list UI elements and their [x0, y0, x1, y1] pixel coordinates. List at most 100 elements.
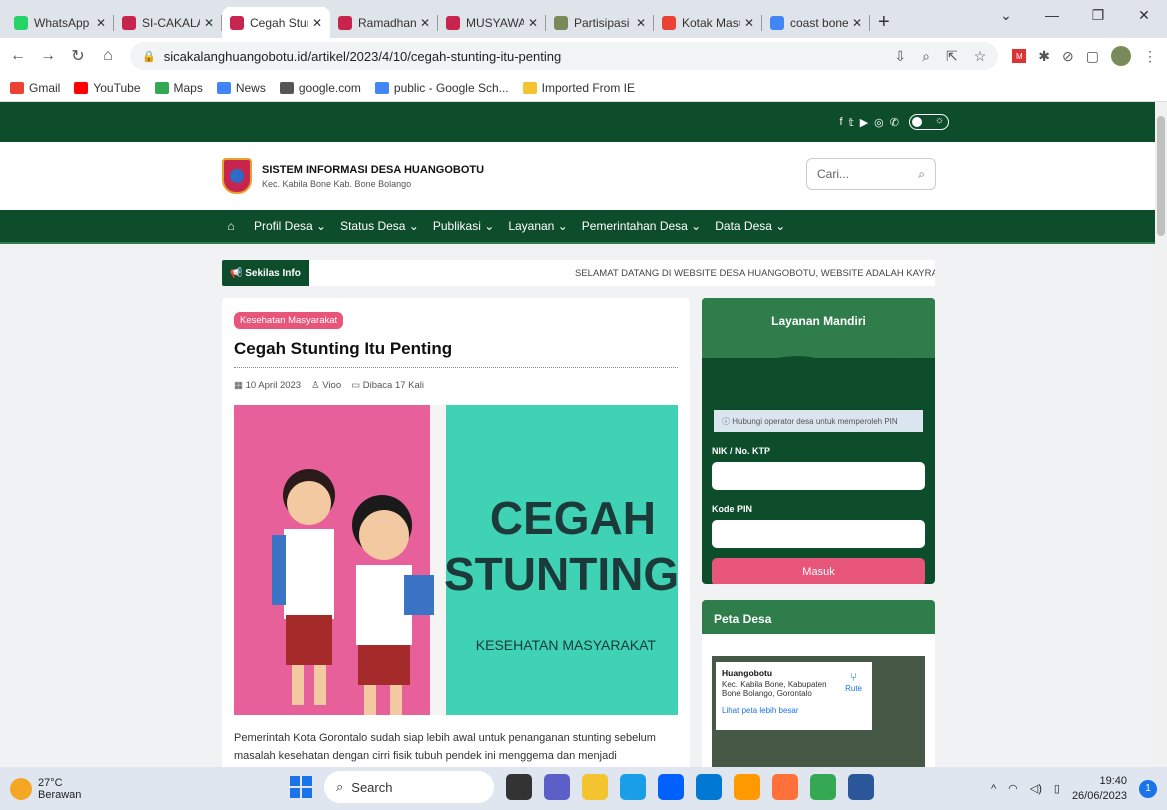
extension-icon[interactable]: M — [1012, 49, 1027, 63]
restore-button[interactable]: ❐ — [1075, 0, 1121, 30]
windows-start-icon[interactable] — [290, 776, 312, 798]
menu-item[interactable]: Profil Desa ⌄ — [254, 219, 326, 233]
tab-title: Cegah Stunting — [250, 15, 308, 30]
forward-icon[interactable]: → — [40, 47, 56, 65]
profile-avatar[interactable] — [1111, 46, 1131, 66]
browser-tab[interactable]: SI-CAKALANG ✕ — [114, 7, 222, 38]
theme-toggle[interactable]: ☼ — [909, 114, 949, 130]
scrollbar-thumb[interactable] — [1157, 116, 1165, 236]
bookmark-item[interactable]: google.com — [279, 81, 361, 95]
browser-tab[interactable]: coast bone ar ✕ — [762, 7, 870, 38]
tab-close-icon[interactable]: ✕ — [420, 16, 430, 30]
browser-tab[interactable]: Partisipasi Po ✕ — [546, 7, 654, 38]
task-view-icon[interactable] — [506, 774, 532, 800]
word-icon[interactable] — [848, 774, 874, 800]
back-icon[interactable]: ← — [10, 47, 26, 65]
bookmark-star-icon[interactable]: ☆ — [974, 48, 987, 65]
pin-input[interactable] — [712, 520, 925, 548]
book-icon: ▭ — [351, 380, 361, 391]
page-viewport: f 𝕥 ▶ ◎ ✆ ☼ SISTEM INFORMASI DESA HUANGO… — [0, 102, 1155, 767]
firefox-icon[interactable] — [772, 774, 798, 800]
menu-item[interactable]: Status Desa ⌄ — [340, 219, 419, 233]
store-icon[interactable] — [696, 774, 722, 800]
tab-search-icon[interactable]: ⌄ — [983, 0, 1029, 30]
instagram-icon[interactable]: ◎ — [874, 116, 884, 129]
lock-icon[interactable]: 🔒 — [142, 50, 156, 63]
dropbox-icon[interactable] — [658, 774, 684, 800]
sekilas-label-text: Sekilas Info — [245, 267, 301, 279]
tab-close-icon[interactable]: ✕ — [636, 16, 646, 30]
new-tab-button[interactable]: + — [878, 7, 890, 38]
bookmark-item[interactable]: Imported From IE — [522, 81, 635, 95]
browser-tab[interactable]: Kotak Masuk ✕ — [654, 7, 762, 38]
tab-close-icon[interactable]: ✕ — [528, 16, 538, 30]
browser-tab[interactable]: Cegah Stunting ✕ — [222, 7, 330, 38]
tab-close-icon[interactable]: ✕ — [96, 16, 106, 30]
taskbar-search[interactable]: ⌕ Search — [324, 771, 494, 803]
menu-item[interactable]: Pemerintahan Desa ⌄ — [582, 219, 701, 233]
bookmark-item[interactable]: Gmail — [10, 81, 60, 95]
install-app-icon[interactable]: ⇩ — [894, 48, 906, 65]
menu-item[interactable]: Publikasi ⌄ — [433, 219, 494, 233]
reload-icon[interactable]: ↻ — [70, 46, 86, 66]
sekilas-marquee[interactable]: SELAMAT DATANG DI WEBSITE DESA HUANGOBOT… — [575, 268, 935, 279]
minimize-button[interactable]: — — [1029, 0, 1075, 30]
search-icon[interactable]: ⌕ — [918, 167, 925, 182]
puzzle-icon[interactable]: ✱ — [1038, 48, 1050, 65]
youtube-icon[interactable]: ▶ — [860, 116, 868, 129]
chrome-icon[interactable] — [810, 774, 836, 800]
bookmark-item[interactable]: YouTube — [74, 81, 141, 95]
site-name[interactable]: SISTEM INFORMASI DESA HUANGOBOTU — [262, 164, 484, 176]
chat-icon[interactable] — [544, 774, 570, 800]
bookmark-item[interactable]: News — [216, 81, 266, 95]
menu-dots-icon[interactable]: ⋮ — [1143, 48, 1157, 65]
page-scrollbar[interactable] — [1155, 102, 1167, 767]
browser-tab[interactable]: WhatsApp ✕ — [6, 7, 114, 38]
nik-input[interactable] — [712, 462, 925, 490]
history-icon[interactable]: ⊘ — [1062, 48, 1074, 65]
url-bar[interactable]: 🔒 sicakalanghuangobotu.id/artikel/2023/4… — [130, 42, 999, 70]
weather-widget[interactable]: 27°C Berawan — [10, 777, 81, 801]
wifi-icon[interactable]: ◠ — [1008, 782, 1018, 795]
twitter-icon[interactable]: 𝕥 — [849, 116, 854, 129]
bookmark-item[interactable]: Maps — [154, 81, 203, 95]
site-logo[interactable] — [222, 158, 252, 194]
battery-icon[interactable]: ▯ — [1054, 782, 1060, 795]
bookmark-icon — [154, 81, 169, 94]
amazon-icon[interactable] — [734, 774, 760, 800]
route-button[interactable]: ⑂ Rute — [845, 670, 862, 693]
chevron-down-icon: ⌄ — [316, 219, 327, 233]
sidepanel-icon[interactable]: ▢ — [1086, 48, 1099, 65]
whatsapp-icon[interactable]: ✆ — [890, 116, 899, 129]
views-meta: ▭ Dibaca 17 Kali — [351, 380, 424, 391]
system-tray: ^ ◠ ◁) ▯ 19:40 26/06/2023 1 — [991, 767, 1157, 810]
share-icon[interactable]: ⇱ — [946, 48, 958, 65]
facebook-icon[interactable]: f — [840, 116, 843, 128]
menu-item-label: Status Desa — [340, 219, 406, 233]
bookmark-item[interactable]: public - Google Sch... — [374, 81, 509, 95]
edge-icon[interactable] — [620, 774, 646, 800]
home-menu-icon[interactable]: ⌂ — [222, 209, 240, 243]
file-explorer-icon[interactable] — [582, 774, 608, 800]
site-search-input[interactable]: Cari... ⌕ — [806, 158, 936, 190]
menu-item[interactable]: Layanan ⌄ — [508, 219, 567, 233]
map-larger-link[interactable]: Lihat peta lebih besar — [722, 706, 866, 715]
tab-close-icon[interactable]: ✕ — [312, 16, 322, 30]
clock[interactable]: 19:40 26/06/2023 — [1072, 774, 1127, 804]
chevron-down-icon: ⌄ — [408, 219, 419, 233]
tab-close-icon[interactable]: ✕ — [852, 16, 862, 30]
menu-item[interactable]: Data Desa ⌄ — [715, 219, 785, 233]
browser-tab[interactable]: Ramadhan Be ✕ — [330, 7, 438, 38]
chevron-up-icon[interactable]: ^ — [991, 783, 996, 795]
tab-close-icon[interactable]: ✕ — [204, 16, 214, 30]
home-icon[interactable]: ⌂ — [100, 47, 116, 65]
notification-badge[interactable]: 1 — [1139, 779, 1157, 798]
close-window-button[interactable]: ✕ — [1121, 0, 1167, 30]
embedded-map[interactable]: Huangobotu Kec. Kabila Bone, Kabupaten B… — [712, 656, 925, 767]
zoom-icon[interactable]: ⌕ — [922, 48, 930, 65]
masuk-button[interactable]: Masuk — [712, 558, 925, 584]
category-badge[interactable]: Kesehatan Masyarakat — [234, 312, 344, 329]
tab-close-icon[interactable]: ✕ — [744, 16, 754, 30]
volume-icon[interactable]: ◁) — [1030, 782, 1042, 795]
browser-tab[interactable]: MUSYAWARA ✕ — [438, 7, 546, 38]
